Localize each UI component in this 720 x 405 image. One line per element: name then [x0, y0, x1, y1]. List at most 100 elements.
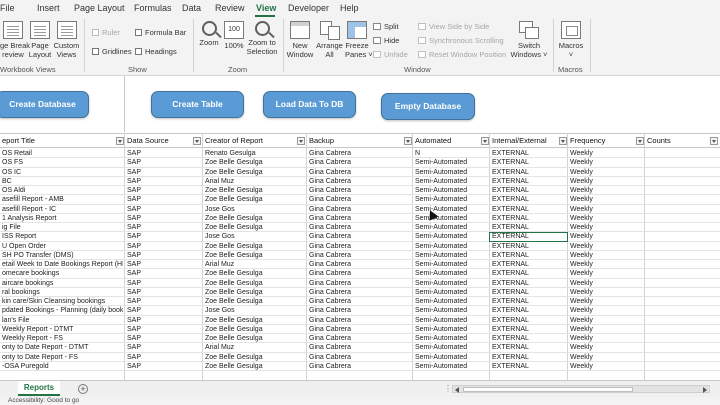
cell-creator[interactable]: Zoe Belle Gesulga — [203, 316, 305, 325]
filter-dropdown-icon[interactable] — [481, 137, 489, 145]
zoom-100-button[interactable]: 100 100% — [223, 21, 245, 50]
table-row[interactable]: onty to Date Report - FS SAP Zoe Belle Ges… — [0, 353, 720, 362]
cell-backup[interactable]: Gina Cabrera — [307, 158, 411, 167]
cell-internal-external[interactable]: EXTERNAL — [490, 177, 566, 186]
table-row[interactable]: OS FS SAP Zoe Belle Gesulga Gina Cabrera Sem… — [0, 158, 720, 168]
table-row[interactable]: asefill Report - IC SAP Jose Gos Gina Cabre… — [0, 205, 720, 214]
cell-frequency[interactable]: Weekly — [568, 316, 643, 325]
cell-internal-external[interactable]: EXTERNAL — [490, 353, 566, 362]
cell-frequency[interactable]: Weekly — [568, 205, 643, 214]
cell-internal-external[interactable]: EXTERNAL — [490, 214, 566, 223]
cell-data-source[interactable]: SAP — [125, 149, 201, 158]
cell-creator[interactable]: Jose Gos — [203, 306, 305, 315]
cell-automated[interactable]: Semi-Automated — [413, 205, 488, 214]
cell-frequency[interactable]: Weekly — [568, 168, 643, 177]
cell-backup[interactable]: Gina Cabrera — [307, 316, 411, 325]
cell-frequency[interactable]: Weekly — [568, 334, 643, 343]
page-break-preview-button[interactable]: ge Break review — [0, 21, 30, 59]
horizontal-scrollbar[interactable] — [452, 385, 710, 393]
cell-report-title[interactable]: lan's File — [0, 316, 123, 325]
cell-report-title[interactable]: aircare bookings — [0, 279, 123, 288]
cell-data-source[interactable]: SAP — [125, 279, 201, 288]
cell-automated[interactable]: Semi-Automated — [413, 269, 488, 278]
cell-backup[interactable]: Gina Cabrera — [307, 242, 411, 251]
cell-frequency[interactable]: Weekly — [568, 186, 643, 195]
cell-internal-external[interactable]: EXTERNAL — [490, 251, 566, 260]
cell-creator[interactable]: Zoe Belle Gesulga — [203, 353, 305, 362]
cell-frequency[interactable]: Weekly — [568, 306, 643, 315]
cell-frequency[interactable]: Weekly — [568, 195, 643, 204]
cell-counts[interactable] — [645, 168, 719, 177]
cell-counts[interactable] — [645, 269, 719, 278]
cell-automated[interactable]: Semi-Automated — [413, 158, 488, 167]
table-row[interactable]: 1 Analysis Report SAP Zoe Belle Gesulga Gin… — [0, 214, 720, 223]
create-database-button[interactable]: Create Database — [0, 91, 89, 118]
cell-report-title[interactable]: Weekly Report - DTMT — [0, 325, 123, 334]
cell-counts[interactable] — [645, 279, 719, 288]
cell-report-title[interactable]: SH PO Transfer (DMS) — [0, 251, 123, 260]
cell-internal-external[interactable]: EXTERNAL — [490, 269, 566, 278]
filter-dropdown-icon[interactable] — [559, 137, 567, 145]
cell-internal-external[interactable]: EXTERNAL — [490, 362, 566, 371]
cell-internal-external[interactable]: EXTERNAL — [490, 260, 566, 269]
scrollbar-thumb[interactable] — [463, 387, 633, 392]
cell-creator[interactable]: Zoe Belle Gesulga — [203, 214, 305, 223]
table-row[interactable]: SH PO Transfer (DMS) SAP Zoe Belle Gesulga… — [0, 251, 720, 260]
tab-scroll-separator-icon[interactable]: ⋮ — [444, 384, 452, 393]
cell-counts[interactable] — [645, 288, 719, 297]
cell-counts[interactable] — [645, 177, 719, 186]
cell-internal-external[interactable]: EXTERNAL — [490, 288, 566, 297]
selected-cell[interactable] — [489, 232, 568, 242]
cell-report-title[interactable]: kin care/Skin Cleansing bookings — [0, 297, 123, 306]
cell-data-source[interactable]: SAP — [125, 306, 201, 315]
macros-button[interactable]: Macros ˅ — [556, 21, 586, 59]
table-row[interactable]: ral bookings SAP Zoe Belle Gesulga Gina Cab… — [0, 288, 720, 297]
cell-report-title[interactable]: OS Retail — [0, 149, 123, 158]
cell-backup[interactable]: Gina Cabrera — [307, 195, 411, 204]
cell-counts[interactable] — [645, 251, 719, 260]
cell-backup[interactable]: Gina Cabrera — [307, 297, 411, 306]
cell-backup[interactable]: Gina Cabrera — [307, 177, 411, 186]
cell-counts[interactable] — [645, 205, 719, 214]
table-row[interactable]: etail Week to Date Bookings Report (HR SA… — [0, 260, 720, 270]
ruler-checkbox[interactable]: Ruler — [92, 28, 120, 37]
cell-data-source[interactable]: SAP — [125, 269, 201, 278]
cell-counts[interactable] — [645, 195, 719, 204]
load-data-to-db-button[interactable]: Load Data To DB — [263, 91, 356, 118]
cell-frequency[interactable]: Weekly — [568, 260, 643, 269]
cell-internal-external[interactable]: EXTERNAL — [490, 242, 566, 251]
cell-internal-external[interactable]: EXTERNAL — [490, 186, 566, 195]
cell-report-title[interactable]: U Open Order — [0, 242, 123, 251]
tab-insert[interactable]: Insert — [37, 3, 60, 13]
filter-dropdown-icon[interactable] — [297, 137, 305, 145]
cell-frequency[interactable]: Weekly — [568, 297, 643, 306]
cell-automated[interactable]: Semi-Automated — [413, 362, 488, 371]
cell-data-source[interactable]: SAP — [125, 343, 201, 352]
cell-backup[interactable]: Gina Cabrera — [307, 214, 411, 223]
table-row[interactable]: OS Aldi SAP Zoe Belle Gesulga Gina Cabrera S… — [0, 186, 720, 196]
cell-report-title[interactable]: ISS Report — [0, 232, 123, 241]
cell-creator[interactable]: Zoe Belle Gesulga — [203, 362, 305, 371]
cell-creator[interactable]: Zoe Belle Gesulga — [203, 269, 305, 278]
cell-automated[interactable]: Semi-Automated — [413, 232, 488, 241]
cell-automated[interactable]: Semi-Automated — [413, 343, 488, 352]
table-row[interactable]: lan's File SAP Zoe Belle Gesulga Gina Cabre… — [0, 316, 720, 325]
cell-automated[interactable]: Semi-Automated — [413, 242, 488, 251]
cell-frequency[interactable]: Weekly — [568, 214, 643, 223]
cell-report-title[interactable]: OS FS — [0, 158, 123, 167]
cell-frequency[interactable]: Weekly — [568, 269, 643, 278]
switch-windows-button[interactable]: Switch Windows ˅ — [510, 21, 548, 59]
cell-frequency[interactable]: Weekly — [568, 353, 643, 362]
cell-frequency[interactable]: Weekly — [568, 325, 643, 334]
cell-report-title[interactable]: OS IC — [0, 168, 123, 177]
page-layout-button[interactable]: Page Layout — [28, 21, 52, 59]
cell-data-source[interactable]: SAP — [125, 288, 201, 297]
cell-internal-external[interactable]: EXTERNAL — [490, 279, 566, 288]
cell-report-title[interactable]: ig File — [0, 223, 123, 232]
cell-report-title[interactable]: onty to Date Report - FS — [0, 353, 123, 362]
cell-creator[interactable]: Arial Muz — [203, 177, 305, 186]
table-row[interactable]: onty to Date Report - DTMT SAP Arial Muz Gi… — [0, 343, 720, 353]
cell-internal-external[interactable]: EXTERNAL — [490, 325, 566, 334]
cell-internal-external[interactable]: EXTERNAL — [490, 316, 566, 325]
cell-creator[interactable]: Zoe Belle Gesulga — [203, 168, 305, 177]
